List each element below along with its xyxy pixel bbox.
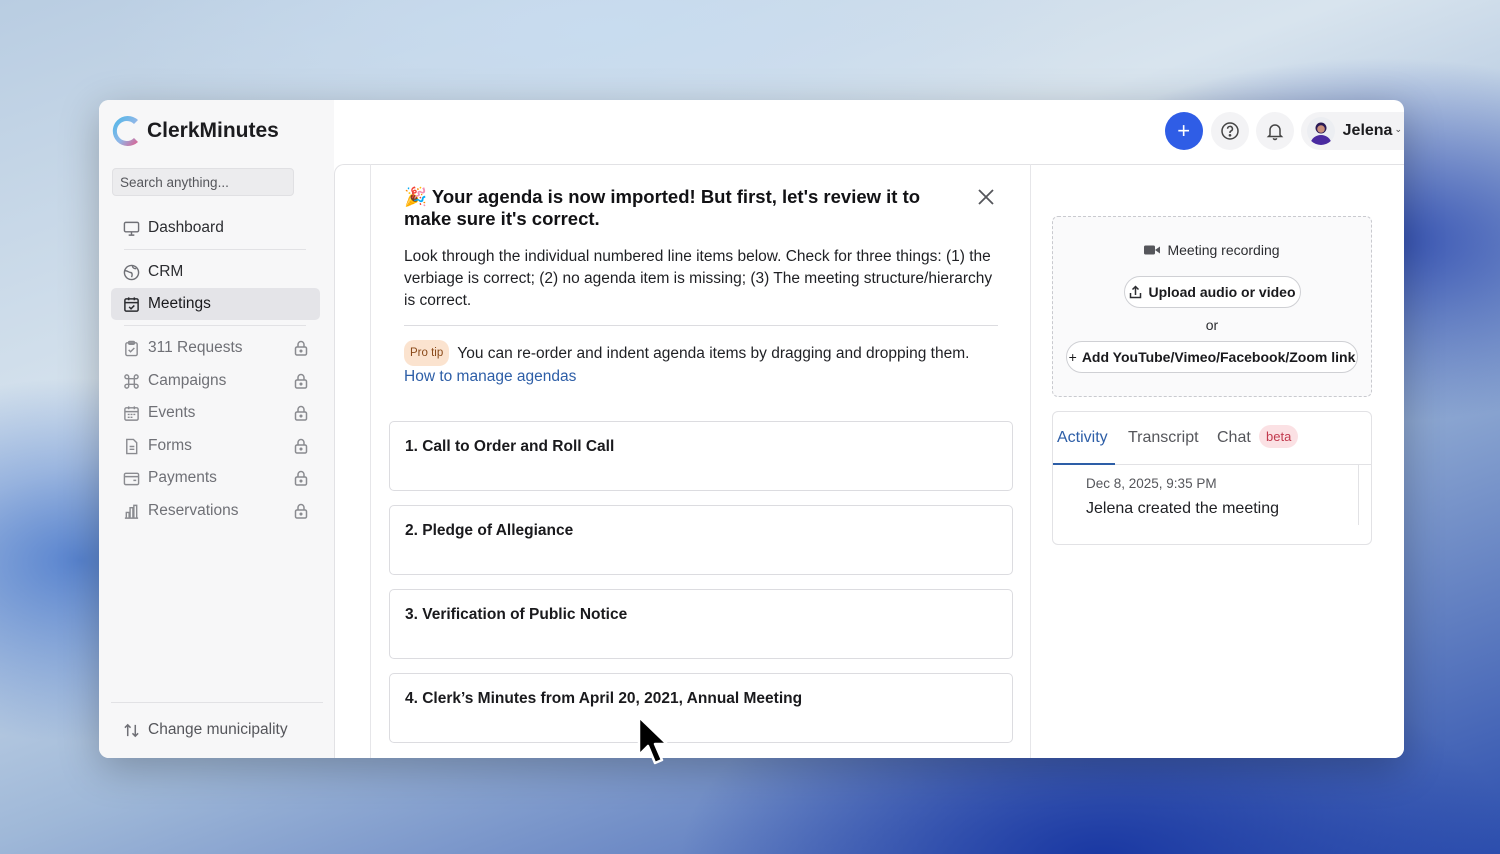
banner-title-text: Your agenda is now imported! But first, … (404, 186, 921, 229)
user-menu[interactable]: Jelena ⌄ (1300, 112, 1404, 150)
protip-badge: Pro tip (404, 340, 450, 366)
upload-audio-video-button[interactable]: Upload audio or video (1124, 276, 1301, 308)
add-video-link-button[interactable]: + Add YouTube/Vimeo/Facebook/Zoom link (1066, 341, 1358, 373)
agenda-item[interactable]: 2. Pledge of Allegiance (389, 505, 1013, 575)
sidebar-divider (124, 249, 306, 250)
video-camera-icon (1144, 245, 1161, 255)
calendar-icon (124, 405, 139, 421)
header-actions: + Jelena ⌄ (1164, 112, 1404, 150)
tab-transcript[interactable]: Transcript (1128, 429, 1199, 447)
or-separator: or (1205, 317, 1219, 333)
activity-panel: Activity Transcript Chat beta Dec 8, 202… (1052, 411, 1372, 545)
sidebar-item-label: Payments (148, 469, 217, 486)
sidebar-item-campaigns[interactable]: Campaigns (111, 365, 320, 397)
sidebar-item-events[interactable]: Events (111, 397, 320, 429)
sidebar-item-label: Dashboard (148, 219, 224, 236)
sidebar-item-label: Events (148, 404, 196, 421)
tab-chat[interactable]: Chat (1217, 429, 1251, 447)
help-icon (1220, 122, 1239, 140)
sidebar-item-label: CRM (148, 263, 184, 280)
close-icon[interactable] (976, 187, 996, 207)
manage-agendas-link[interactable]: How to manage agendas (404, 368, 576, 385)
activity-timestamp: Dec 8, 2025, 9:35 PM (1086, 476, 1217, 491)
change-municipality-label: Change municipality (148, 721, 288, 738)
lock-icon (294, 503, 308, 519)
sidebar-item-label: Campaigns (148, 372, 227, 389)
lock-icon (294, 470, 308, 486)
protip-text: You can re-order and indent agenda items… (457, 345, 970, 362)
help-button[interactable] (1210, 112, 1249, 150)
sidebar-item-forms[interactable]: Forms (111, 430, 320, 462)
command-icon (124, 373, 139, 389)
upload-icon (1130, 285, 1142, 299)
tab-activity[interactable]: Activity (1057, 429, 1108, 447)
activity-entry: Jelena created the meeting (1086, 500, 1280, 517)
app-name: ClerkMinutes (147, 119, 279, 142)
banner-description: Look through the individual numbered lin… (404, 248, 993, 309)
banner-divider (404, 325, 998, 326)
lock-icon (294, 438, 308, 454)
content-divider (1030, 164, 1031, 758)
sidebar-item-reservations[interactable]: Reservations (111, 495, 320, 527)
clipboard-check-icon (125, 340, 138, 356)
plus-icon: + (1068, 349, 1077, 365)
sidebar-item-meetings[interactable]: Meetings (111, 288, 320, 320)
activity-tabs: Activity Transcript Chat beta (1053, 412, 1371, 465)
calendar-check-icon (124, 296, 139, 312)
globe-icon (123, 264, 140, 280)
sidebar-item-label: Meetings (148, 295, 211, 312)
meeting-recording-dropzone[interactable]: Meeting recording Upload audio or video … (1052, 216, 1372, 397)
scrollbar[interactable] (1358, 465, 1359, 525)
beta-badge: beta (1259, 425, 1299, 448)
change-municipality-button[interactable]: Change municipality (111, 714, 288, 746)
app-window: ClerkMinutes Search anything... Dashboar… (99, 100, 1404, 758)
protip: Pro tip You can re-order and indent agen… (404, 340, 1004, 388)
clerkminutes-logo-icon (112, 116, 138, 146)
lock-icon (294, 373, 308, 389)
agenda-item[interactable]: 1. Call to Order and Roll Call (389, 421, 1013, 491)
sidebar-divider (111, 702, 323, 703)
sidebar-divider (124, 325, 306, 326)
notifications-button[interactable] (1255, 112, 1294, 150)
sidebar-item-label: Reservations (148, 502, 239, 519)
meeting-recording-label: Meeting recording (1053, 242, 1371, 258)
import-banner-title: 🎉 Your agenda is now imported! But first… (404, 186, 964, 230)
mouse-cursor-icon (637, 715, 669, 765)
username: Jelena (1342, 122, 1393, 139)
content-divider (370, 164, 371, 758)
sidebar-item-dashboard[interactable]: Dashboard (111, 212, 320, 244)
lock-icon (294, 405, 308, 421)
app-logo[interactable]: ClerkMinutes (109, 114, 279, 148)
sidebar-item-label: 311 Requests (148, 339, 243, 356)
agenda-item[interactable]: 3. Verification of Public Notice (389, 589, 1013, 659)
sidebar-item-crm[interactable]: CRM (111, 256, 320, 288)
agenda-item[interactable]: 4. Clerk’s Minutes from April 20, 2021, … (389, 673, 1013, 743)
sidebar-item-payments[interactable]: Payments (111, 462, 320, 494)
chart-bars-icon (124, 504, 139, 519)
sidebar: ClerkMinutes Search anything... Dashboar… (99, 100, 334, 758)
sidebar-item-311-requests[interactable]: 311 Requests (111, 332, 320, 364)
monitor-icon (123, 221, 140, 236)
active-tab-indicator (1053, 463, 1115, 465)
lock-icon (294, 340, 308, 356)
search-input[interactable]: Search anything... (112, 168, 294, 196)
add-button[interactable]: + (1164, 112, 1203, 150)
wallet-icon (123, 472, 140, 485)
sidebar-item-label: Forms (148, 437, 192, 454)
avatar (1306, 117, 1335, 145)
document-icon (126, 438, 138, 454)
bell-icon (1266, 124, 1283, 141)
sort-arrows-icon (124, 723, 139, 737)
chevron-down-icon: ⌄ (1394, 123, 1402, 134)
party-popper-icon: 🎉 (404, 186, 428, 207)
